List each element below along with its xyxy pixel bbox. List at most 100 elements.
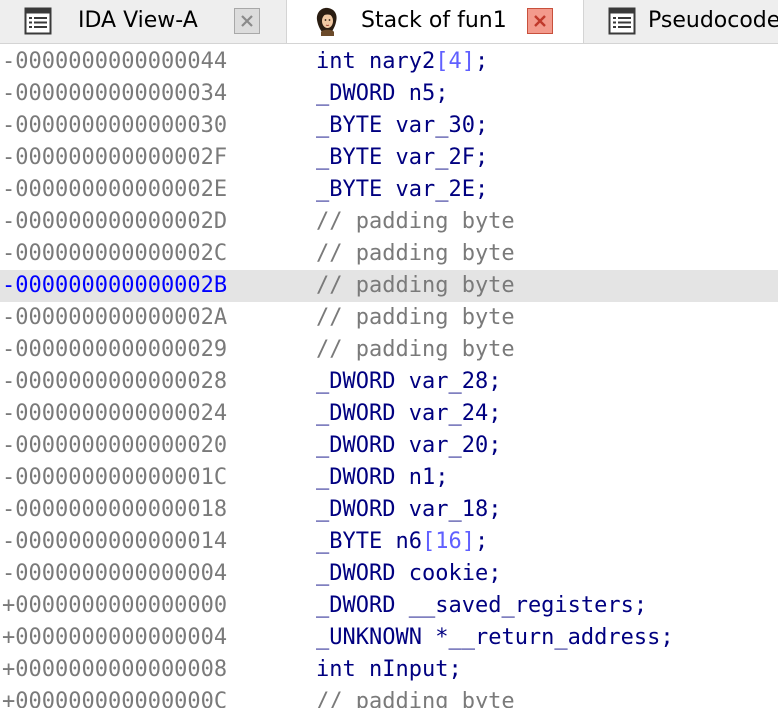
member-type: _BYTE [316, 529, 383, 554]
member-declaration: _BYTE var_2F; [316, 145, 489, 170]
tab-label: Pseudocode [648, 8, 778, 33]
member-declaration: _BYTE n6[16]; [316, 529, 489, 554]
stack-member-row[interactable]: +0000000000000008 int nInput; [0, 654, 778, 686]
stack-offset: +000000000000000C [2, 689, 228, 708]
member-declaration: _DWORD var_28; [316, 369, 502, 394]
member-name[interactable]: nInput [369, 657, 448, 682]
stack-member-row[interactable]: -0000000000000024 _DWORD var_24; [0, 398, 778, 430]
stack-offset: -0000000000000028 [2, 369, 228, 394]
disassembly-view-icon [24, 7, 52, 35]
tab-bar: IDA View-A Stack of fun1 Pseudocode [0, 0, 778, 44]
tab-label: Stack of fun1 [361, 8, 507, 33]
member-name[interactable]: var_30 [395, 113, 474, 138]
member-type: _DWORD [316, 369, 396, 394]
stack-member-row[interactable]: -0000000000000014 _BYTE n6[16]; [0, 526, 778, 558]
stack-member-row[interactable]: -0000000000000018 _DWORD var_18; [0, 494, 778, 526]
member-name[interactable]: var_28 [409, 369, 488, 394]
stack-member-row[interactable]: -000000000000002D // padding byte [0, 206, 778, 238]
stack-offset: -0000000000000029 [2, 337, 228, 362]
tab-ida-view-a[interactable]: IDA View-A [0, 0, 286, 43]
stack-member-row[interactable]: -000000000000002E _BYTE var_2E; [0, 174, 778, 206]
close-icon [241, 15, 253, 27]
member-declaration: // padding byte [316, 686, 515, 708]
stack-offset: -0000000000000004 [2, 561, 228, 586]
ida-lady-icon [316, 7, 337, 36]
stack-frame-listing[interactable]: -0000000000000044 int nary2[4]; -000000000… [0, 44, 778, 708]
stack-offset: +0000000000000008 [2, 657, 228, 682]
stack-offset: -000000000000002C [2, 241, 228, 266]
member-name[interactable]: nary2 [369, 49, 435, 74]
stack-member-row[interactable]: -000000000000001C _DWORD n1; [0, 462, 778, 494]
member-type: _DWORD [316, 81, 396, 106]
member-declaration: _BYTE var_30; [316, 113, 489, 138]
member-name[interactable]: var_20 [409, 433, 488, 458]
member-name[interactable]: var_24 [409, 401, 488, 426]
member-declaration: // padding byte [316, 334, 515, 366]
array-size: 16 [435, 529, 462, 554]
member-name[interactable]: n6 [395, 529, 422, 554]
member-name[interactable]: var_18 [409, 497, 488, 522]
member-type: _DWORD [316, 433, 396, 458]
member-type: _DWORD [316, 401, 396, 426]
tab-stack-of-fun1[interactable]: Stack of fun1 [286, 0, 584, 43]
member-declaration: int nInput; [316, 657, 462, 682]
close-icon [534, 15, 546, 27]
stack-member-row[interactable]: -0000000000000004 _DWORD cookie; [0, 558, 778, 590]
stack-member-row[interactable]: -0000000000000044 int nary2[4]; [0, 46, 778, 78]
stack-offset: -0000000000000030 [2, 113, 228, 138]
member-type: _DWORD [316, 497, 396, 522]
member-type: _DWORD [316, 593, 396, 618]
padding-comment: // padding byte [316, 273, 515, 298]
stack-offset: -0000000000000034 [2, 81, 228, 106]
stack-offset: +0000000000000004 [2, 625, 228, 650]
member-declaration: _DWORD var_24; [316, 401, 502, 426]
member-declaration: _DWORD __saved_registers; [316, 593, 648, 618]
stack-offset: -0000000000000014 [2, 529, 228, 554]
array-size: 4 [448, 49, 462, 74]
padding-comment: // padding byte [316, 241, 515, 266]
stack-member-row[interactable]: -0000000000000030 _BYTE var_30; [0, 110, 778, 142]
member-declaration: _DWORD cookie; [316, 561, 502, 586]
member-declaration: // padding byte [316, 302, 515, 334]
stack-member-row[interactable]: +0000000000000000 _DWORD __saved_register… [0, 590, 778, 622]
member-name[interactable]: n1 [409, 465, 436, 490]
member-declaration: _BYTE var_2E; [316, 177, 489, 202]
stack-member-row[interactable]: -0000000000000028 _DWORD var_28; [0, 366, 778, 398]
member-name[interactable]: var_2F [395, 145, 474, 170]
member-name[interactable]: __saved_registers [409, 593, 634, 618]
member-type: _BYTE [316, 177, 383, 202]
stack-member-row[interactable]: -000000000000002F _BYTE var_2F; [0, 142, 778, 174]
stack-member-row[interactable]: -000000000000002B // padding byte [0, 270, 778, 302]
pseudocode-view-icon [608, 7, 636, 35]
member-name[interactable]: cookie [409, 561, 488, 586]
stack-member-row[interactable]: -000000000000002A // padding byte [0, 302, 778, 334]
close-tab-button[interactable] [234, 8, 260, 34]
tab-pseudocode[interactable]: Pseudocode [584, 0, 778, 43]
member-name[interactable]: var_2E [395, 177, 474, 202]
member-declaration: _DWORD var_18; [316, 497, 502, 522]
member-declaration: int nary2[4]; [316, 49, 489, 74]
padding-comment: // padding byte [316, 305, 515, 330]
stack-offset: -0000000000000024 [2, 401, 228, 426]
padding-comment: // padding byte [316, 209, 515, 234]
stack-offset: -000000000000002A [2, 305, 228, 330]
stack-member-row[interactable]: +000000000000000C // padding byte [0, 686, 778, 708]
stack-member-row[interactable]: -0000000000000029 // padding byte [0, 334, 778, 366]
member-type: _DWORD [316, 561, 396, 586]
stack-member-row[interactable]: -0000000000000020 _DWORD var_20; [0, 430, 778, 462]
stack-member-row[interactable]: -0000000000000034 _DWORD n5; [0, 78, 778, 110]
member-name[interactable]: *__return_address [435, 625, 660, 650]
member-declaration: _DWORD n5; [316, 81, 449, 106]
stack-offset: -000000000000002E [2, 177, 228, 202]
member-declaration: _DWORD var_20; [316, 433, 502, 458]
stack-offset: -000000000000002D [2, 209, 228, 234]
member-declaration: _UNKNOWN *__return_address; [316, 625, 674, 650]
close-tab-button[interactable] [527, 8, 553, 34]
stack-view-window: IDA View-A Stack of fun1 Pseudocode -000… [0, 0, 778, 708]
stack-offset: -0000000000000020 [2, 433, 228, 458]
stack-member-row[interactable]: -000000000000002C // padding byte [0, 238, 778, 270]
member-name[interactable]: n5 [409, 81, 436, 106]
stack-member-row[interactable]: +0000000000000004 _UNKNOWN *__return_addr… [0, 622, 778, 654]
member-declaration: // padding byte [316, 206, 515, 238]
stack-offset: -000000000000001C [2, 465, 228, 490]
